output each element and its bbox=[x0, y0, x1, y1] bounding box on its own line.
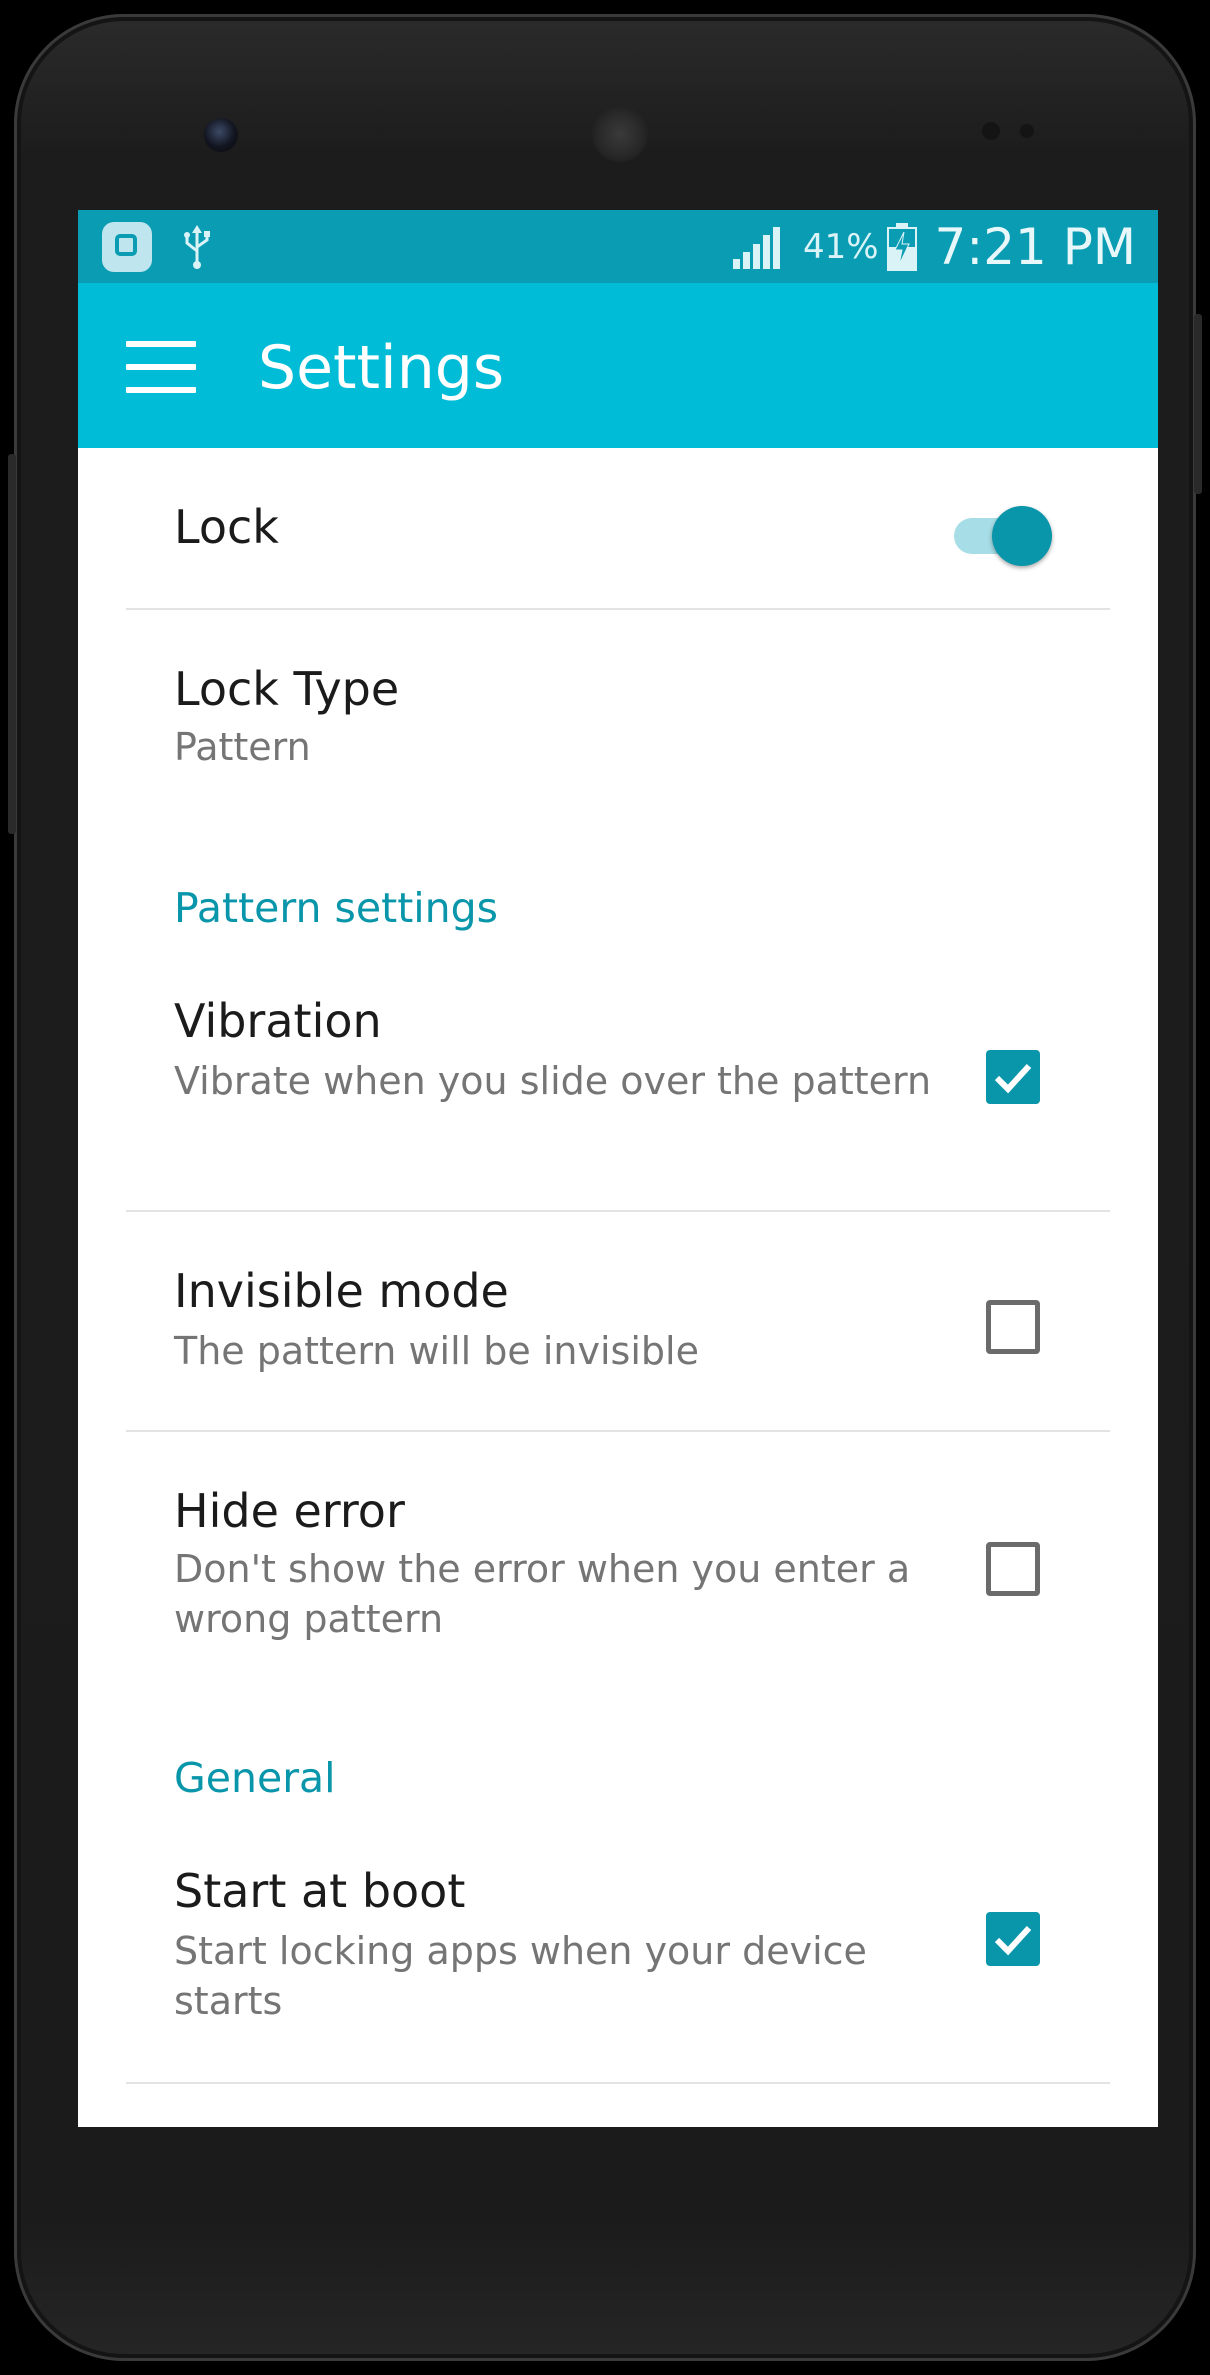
status-bar: 41% 7:21 PM bbox=[78, 210, 1158, 283]
battery-percent: 41% bbox=[802, 226, 879, 267]
app-notification-icon bbox=[102, 222, 152, 272]
hamburger-menu-icon[interactable] bbox=[126, 341, 196, 393]
pref-lock-type[interactable]: Lock Type Pattern bbox=[78, 610, 1158, 769]
app-bar: Settings bbox=[78, 283, 1158, 448]
light-sensor bbox=[1020, 124, 1034, 138]
pref-summary: Vibrate when you slide over the pattern bbox=[174, 1059, 932, 1103]
pref-start-at-boot[interactable]: Start at boot Start locking apps when yo… bbox=[78, 1850, 1158, 2082]
pref-title: Lock bbox=[174, 500, 279, 554]
pref-summary: Pattern bbox=[174, 725, 311, 769]
pref-hide-error[interactable]: Hide error Don't show the error when you… bbox=[78, 1432, 1158, 1672]
pref-summary: Don't show the error when you enter a wr… bbox=[174, 1547, 911, 1641]
battery-charging-icon bbox=[886, 222, 917, 271]
divider bbox=[126, 2082, 1110, 2084]
pref-lock[interactable]: Lock bbox=[78, 448, 1158, 608]
front-camera bbox=[204, 118, 238, 152]
power-button bbox=[1194, 314, 1202, 494]
status-right-icons: 41% 7:21 PM bbox=[732, 210, 1136, 283]
pref-title: Vibration bbox=[174, 994, 382, 1048]
check-icon bbox=[994, 1063, 1032, 1094]
hide-error-checkbox[interactable] bbox=[986, 1542, 1040, 1596]
proximity-sensor bbox=[982, 122, 1000, 140]
pref-summary: Start locking apps when your device star… bbox=[174, 1929, 867, 2023]
lock-switch[interactable] bbox=[948, 498, 1058, 566]
category-general: General bbox=[174, 1754, 336, 1802]
pref-summary: The pattern will be invisible bbox=[174, 1329, 699, 1373]
volume-button bbox=[8, 454, 16, 834]
invisible-mode-checkbox[interactable] bbox=[986, 1300, 1040, 1354]
switch-thumb bbox=[992, 506, 1052, 566]
usb-icon bbox=[184, 225, 210, 269]
signal-icon bbox=[732, 226, 780, 269]
phone-frame: 41% 7:21 PM Settings Lock Lock Type Patt… bbox=[8, 14, 1202, 2361]
pref-title: Hide error bbox=[174, 1484, 405, 1538]
check-icon bbox=[994, 1925, 1032, 1956]
vibration-checkbox[interactable] bbox=[986, 1050, 1040, 1104]
pref-invisible-mode[interactable]: Invisible mode The pattern will be invis… bbox=[78, 1212, 1158, 1430]
pref-title: Start at boot bbox=[174, 1864, 466, 1918]
pref-title: Invisible mode bbox=[174, 1264, 509, 1318]
page-title: Settings bbox=[258, 333, 505, 403]
start-at-boot-checkbox[interactable] bbox=[986, 1912, 1040, 1966]
category-pattern-settings: Pattern settings bbox=[174, 884, 499, 932]
clock: 7:21 PM bbox=[934, 217, 1136, 276]
pref-vibration[interactable]: Vibration Vibrate when you slide over th… bbox=[78, 980, 1158, 1210]
pref-title: Lock Type bbox=[174, 662, 400, 716]
earpiece-speaker bbox=[592, 106, 648, 162]
screen: 41% 7:21 PM Settings Lock Lock Type Patt… bbox=[78, 210, 1158, 2127]
status-left-icons bbox=[102, 222, 214, 272]
